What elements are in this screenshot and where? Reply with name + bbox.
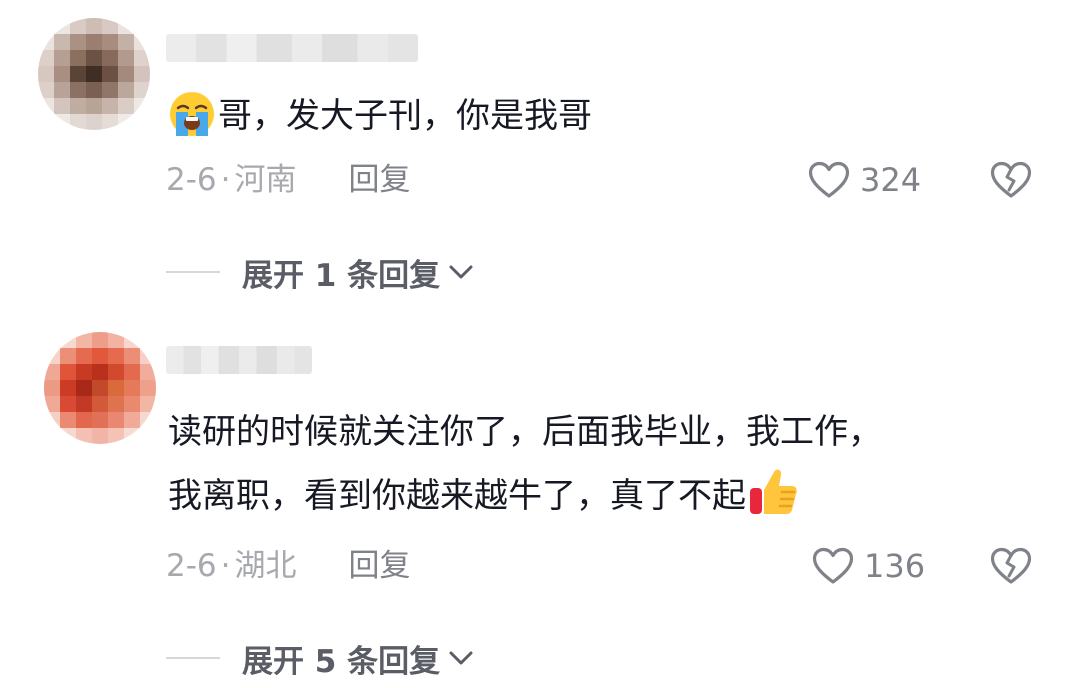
chevron-down-icon	[449, 265, 473, 279]
avatar[interactable]	[44, 332, 156, 444]
expand-replies: 展开 5 条回复	[166, 636, 474, 681]
comment-meta: 2-6 · 湖北 回复	[166, 546, 411, 586]
broken-heart-icon	[990, 547, 1032, 584]
expand-replies-button[interactable]: 展开 5 条回复	[242, 636, 474, 681]
username-blurred[interactable]	[166, 346, 312, 374]
comment-text-line-1: 读研的时候就关注你了，后面我毕业，我工作，	[168, 412, 882, 452]
thumbs-up-icon	[748, 466, 800, 518]
comment-location: 河南	[234, 162, 297, 198]
comment-meta: 2-6 · 河南 回复	[166, 160, 411, 200]
expand-replies-label: 展开 5 条回复	[242, 643, 441, 680]
comment-date: 2-6	[166, 162, 217, 198]
heart-icon	[812, 547, 854, 584]
comment-text: 读研的时候就关注你了，后面我毕业，我工作， 我离职，看到你越来越牛了，真了不起	[168, 400, 1048, 528]
username-blurred[interactable]	[166, 34, 418, 62]
heart-icon	[808, 161, 850, 198]
reply-button[interactable]: 回复	[349, 546, 411, 586]
like-count: 136	[864, 547, 926, 585]
loudly-crying-face-icon	[168, 90, 216, 138]
comment-text-content: 哥，发大子刊，你是我哥	[218, 96, 592, 136]
chevron-down-icon	[449, 651, 473, 665]
comment-text: 哥，发大子刊，你是我哥	[168, 84, 1048, 148]
like-button[interactable]: 324	[808, 160, 921, 200]
comment-date: 2-6	[166, 548, 217, 584]
comment-text-line-2: 我离职，看到你越来越牛了，真了不起	[168, 464, 1048, 528]
expand-replies: 展开 1 条回复	[166, 250, 474, 295]
expand-divider	[166, 657, 220, 659]
like-count: 324	[860, 161, 922, 199]
expand-replies-label: 展开 1 条回复	[242, 257, 441, 294]
comment-location: 湖北	[234, 548, 297, 584]
meta-separator: ·	[220, 162, 231, 198]
expand-divider	[166, 271, 220, 273]
expand-replies-button[interactable]: 展开 1 条回复	[242, 250, 474, 295]
reply-button[interactable]: 回复	[349, 160, 411, 200]
dislike-button[interactable]	[990, 546, 1032, 590]
meta-separator: ·	[220, 548, 231, 584]
dislike-button[interactable]	[990, 160, 1032, 204]
broken-heart-icon	[990, 161, 1032, 198]
like-button[interactable]: 136	[812, 546, 925, 586]
comment-text-line-2-content: 我离职，看到你越来越牛了，真了不起	[168, 476, 746, 516]
avatar[interactable]	[38, 18, 150, 130]
